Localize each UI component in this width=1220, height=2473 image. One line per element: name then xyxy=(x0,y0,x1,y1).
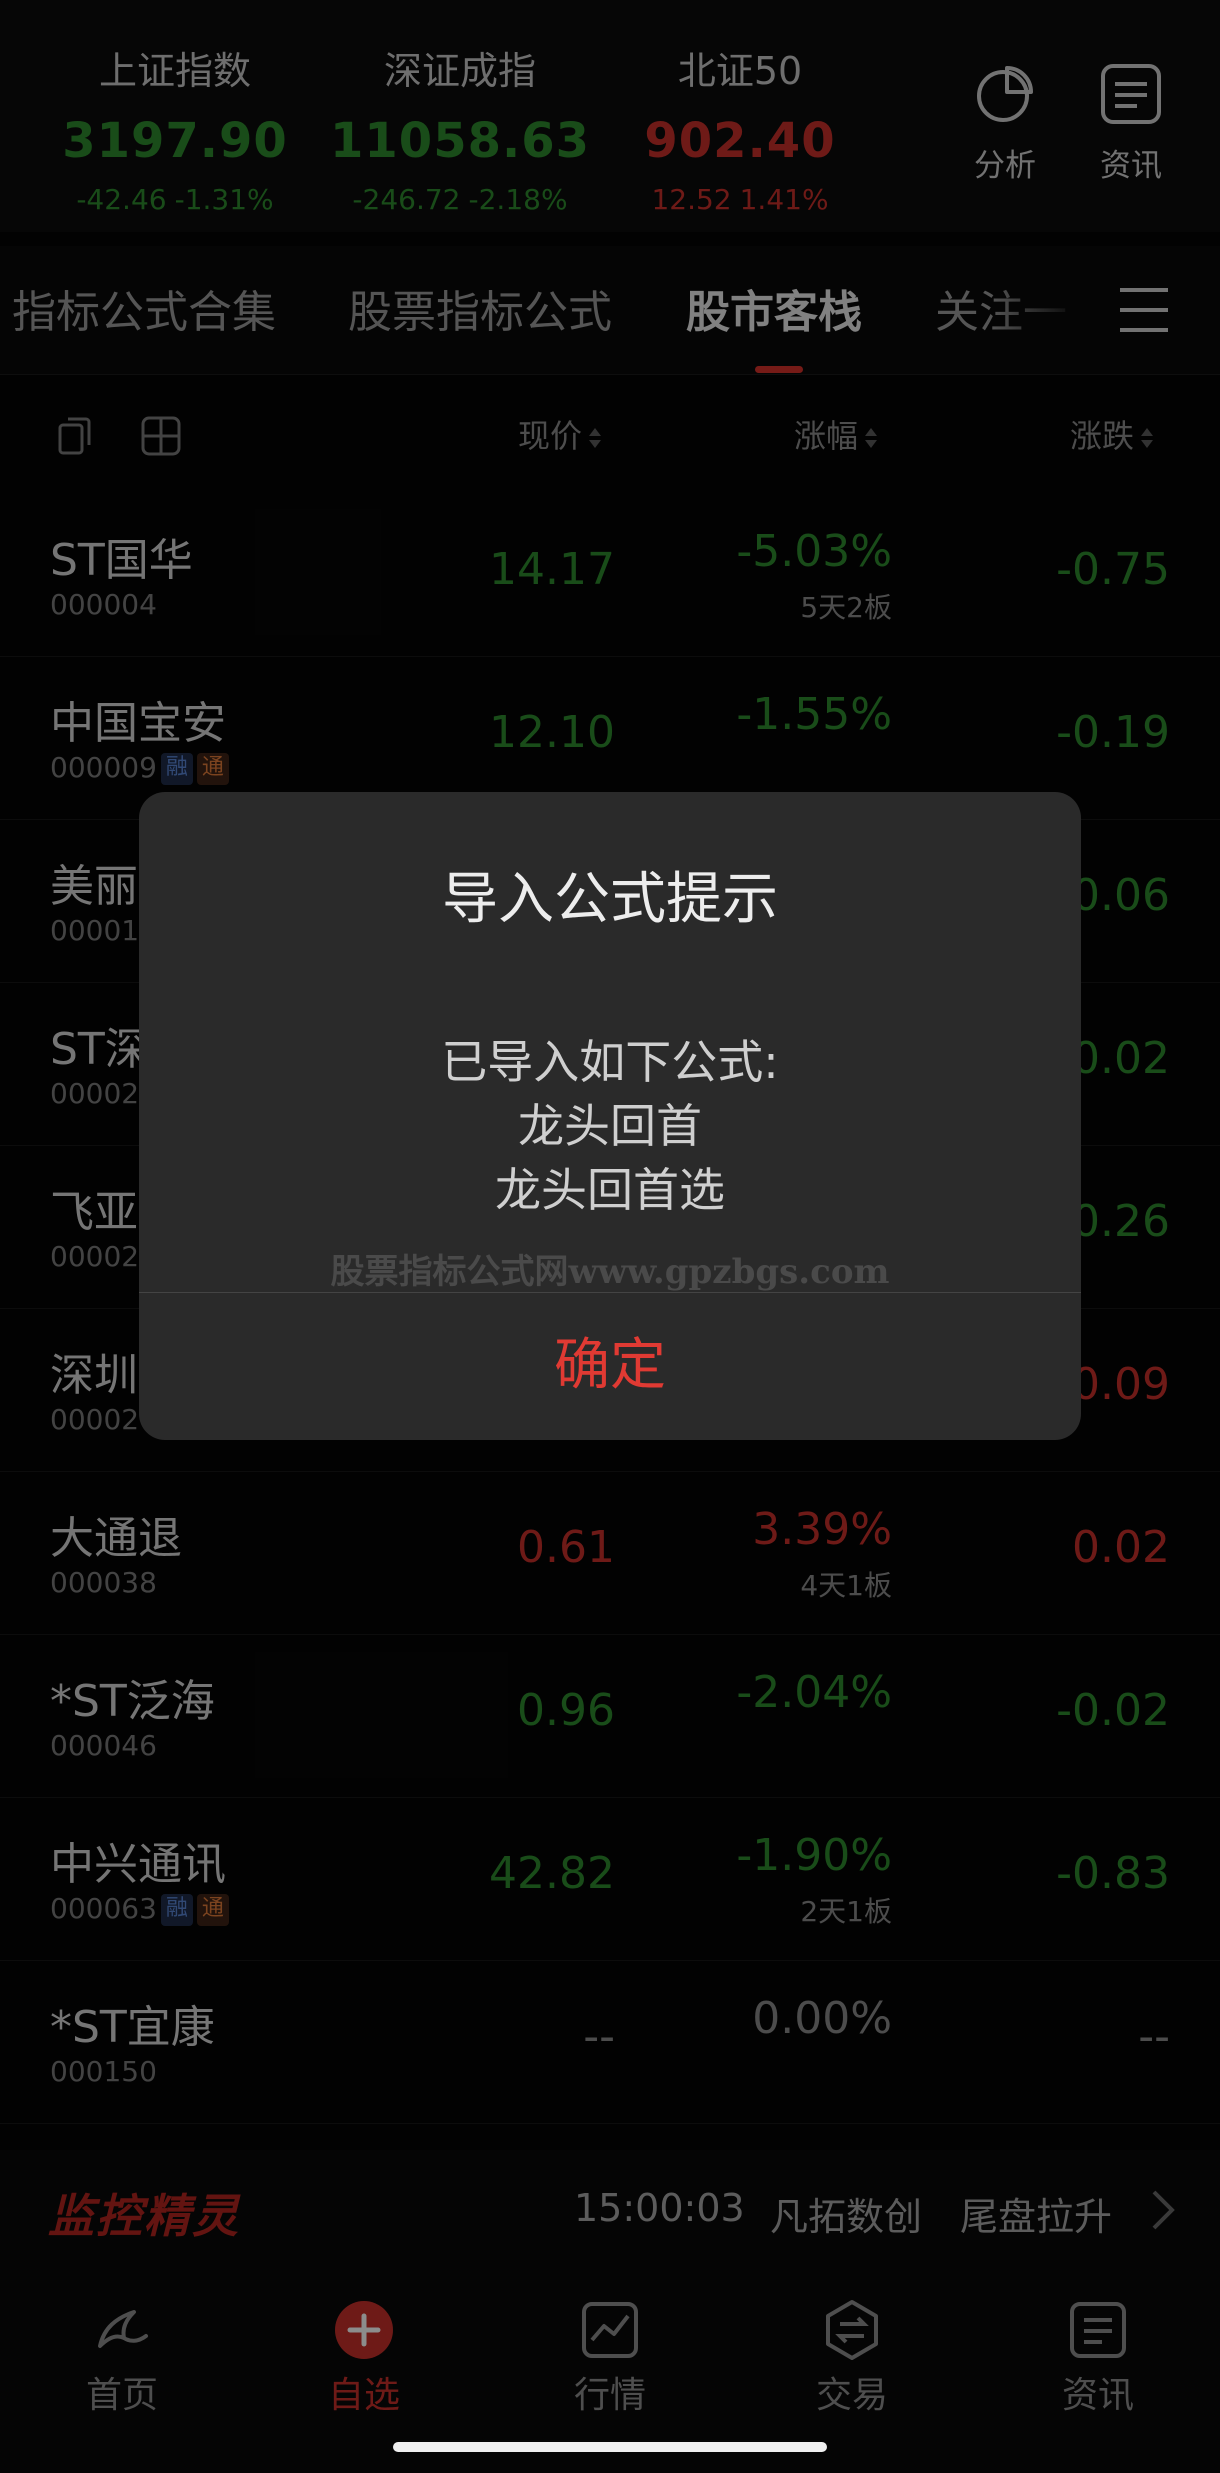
watermark: 股票指标公式网www.gpzbgs.com xyxy=(330,1252,890,1292)
confirm-button[interactable]: 确定 xyxy=(139,1292,1081,1440)
dialog-message-line: 已导入如下公式: xyxy=(441,1035,779,1089)
home-indicator[interactable] xyxy=(393,2442,827,2452)
dialog-message: 已导入如下公式: 龙头回首 龙头回首选 xyxy=(139,1030,1081,1222)
import-formula-dialog: 导入公式提示 已导入如下公式: 龙头回首 龙头回首选 股票指标公式网www.gp… xyxy=(139,792,1081,1440)
dialog-title: 导入公式提示 xyxy=(442,867,778,932)
dialog-formula-name: 龙头回首选 xyxy=(495,1163,725,1217)
dialog-formula-name: 龙头回首 xyxy=(518,1099,702,1153)
